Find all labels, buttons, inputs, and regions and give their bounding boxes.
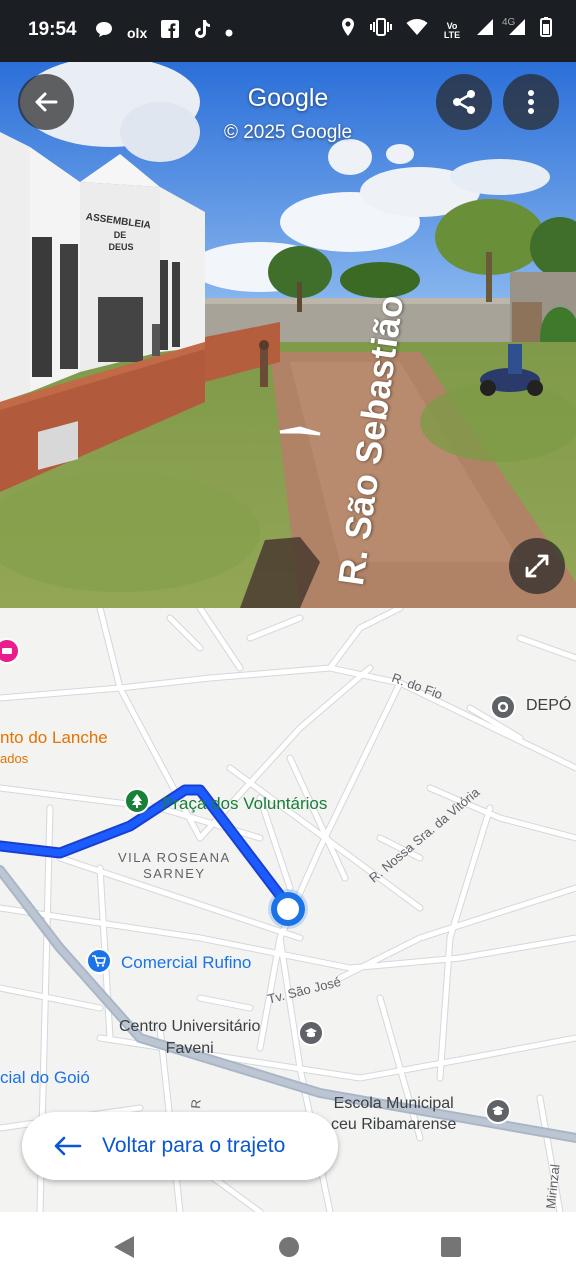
share-button[interactable]: [436, 74, 492, 130]
battery-icon: [540, 17, 552, 44]
area-label-vila-line2: SARNEY: [143, 866, 206, 881]
nav-home-icon[interactable]: [279, 1237, 299, 1257]
park-pin-icon[interactable]: [124, 788, 150, 814]
signal-4g-icon: 4G: [502, 17, 526, 43]
school-pin-icon[interactable]: [485, 1098, 511, 1124]
place-pin-icon[interactable]: [490, 694, 516, 720]
notification-icons: olx: [95, 19, 233, 46]
poi-label-centro[interactable]: Centro Universitário Faveni: [119, 1016, 260, 1060]
poi-label-deposito[interactable]: DEPÓ: [526, 697, 571, 715]
poi-label-centro-line2: Faveni: [165, 1040, 214, 1057]
olx-icon: olx: [127, 24, 148, 41]
more-vert-icon: [528, 90, 534, 114]
map-view[interactable]: nto do Lanche ados Praça dos Voluntários…: [0, 608, 576, 1212]
poi-label-lanche[interactable]: nto do Lanche: [0, 728, 108, 748]
poi-label-escola-line2: ceu Ribamarense: [331, 1116, 457, 1133]
school-pin-icon[interactable]: [298, 1020, 324, 1046]
volte-icon: Vo LTE: [443, 20, 461, 40]
chat-bubble-icon: [95, 20, 113, 45]
system-navigation-bar: [0, 1212, 576, 1280]
area-label-vila: VILA ROSEANA SARNEY: [118, 850, 231, 882]
back-to-route-label: Voltar para o trajeto: [102, 1134, 286, 1157]
system-icons: Vo LTE 4G: [340, 17, 552, 44]
back-to-route-button[interactable]: Voltar para o trajeto: [22, 1112, 338, 1180]
poi-label-escola[interactable]: Escola Municipal ceu Ribamarense: [331, 1093, 456, 1135]
street-view-copyright: © 2025 Google: [223, 122, 353, 143]
poi-sublabel-lanche: ados: [0, 751, 29, 766]
street-view-top-bar: Google © 2025 Google: [0, 62, 576, 152]
poi-label-centro-line1: Centro Universitário: [119, 1018, 261, 1035]
nav-back-icon[interactable]: [114, 1236, 134, 1258]
network-type-label: 4G: [502, 17, 516, 28]
road-label-r: R: [188, 1098, 204, 1110]
status-time: 19:54: [28, 19, 77, 40]
shopping-cart-pin-icon[interactable]: [86, 948, 112, 974]
poi-label-goio[interactable]: cial do Goió: [0, 1068, 90, 1088]
location-icon: [340, 17, 356, 44]
arrow-back-icon: [54, 1136, 82, 1156]
status-bar: 19:54 olx Vo LTE 4G: [0, 0, 576, 62]
poi-label-comercial[interactable]: Comercial Rufino: [121, 953, 251, 973]
facebook-icon: [161, 20, 180, 45]
wifi-icon: [406, 18, 428, 43]
nav-recents-icon[interactable]: [441, 1237, 461, 1257]
vibrate-icon: [370, 18, 392, 43]
expand-icon: [525, 554, 549, 578]
street-view-panel[interactable]: ASSEMBLEIA DE DEUS R. São Sebastião Goog…: [0, 62, 576, 608]
poi-label-escola-line1: Escola Municipal: [333, 1095, 454, 1112]
expand-button[interactable]: [509, 538, 565, 594]
more-options-button[interactable]: [503, 74, 559, 130]
tiktok-icon: [193, 19, 211, 46]
svg-text:DE: DE: [114, 230, 127, 240]
area-label-vila-line1: VILA ROSEANA: [118, 850, 231, 865]
dot-icon: [225, 22, 233, 44]
poi-label-praca[interactable]: Praça dos Voluntários: [162, 794, 327, 814]
svg-text:DEUS: DEUS: [108, 242, 133, 252]
share-icon: [453, 90, 475, 114]
signal-icon: [476, 18, 494, 43]
